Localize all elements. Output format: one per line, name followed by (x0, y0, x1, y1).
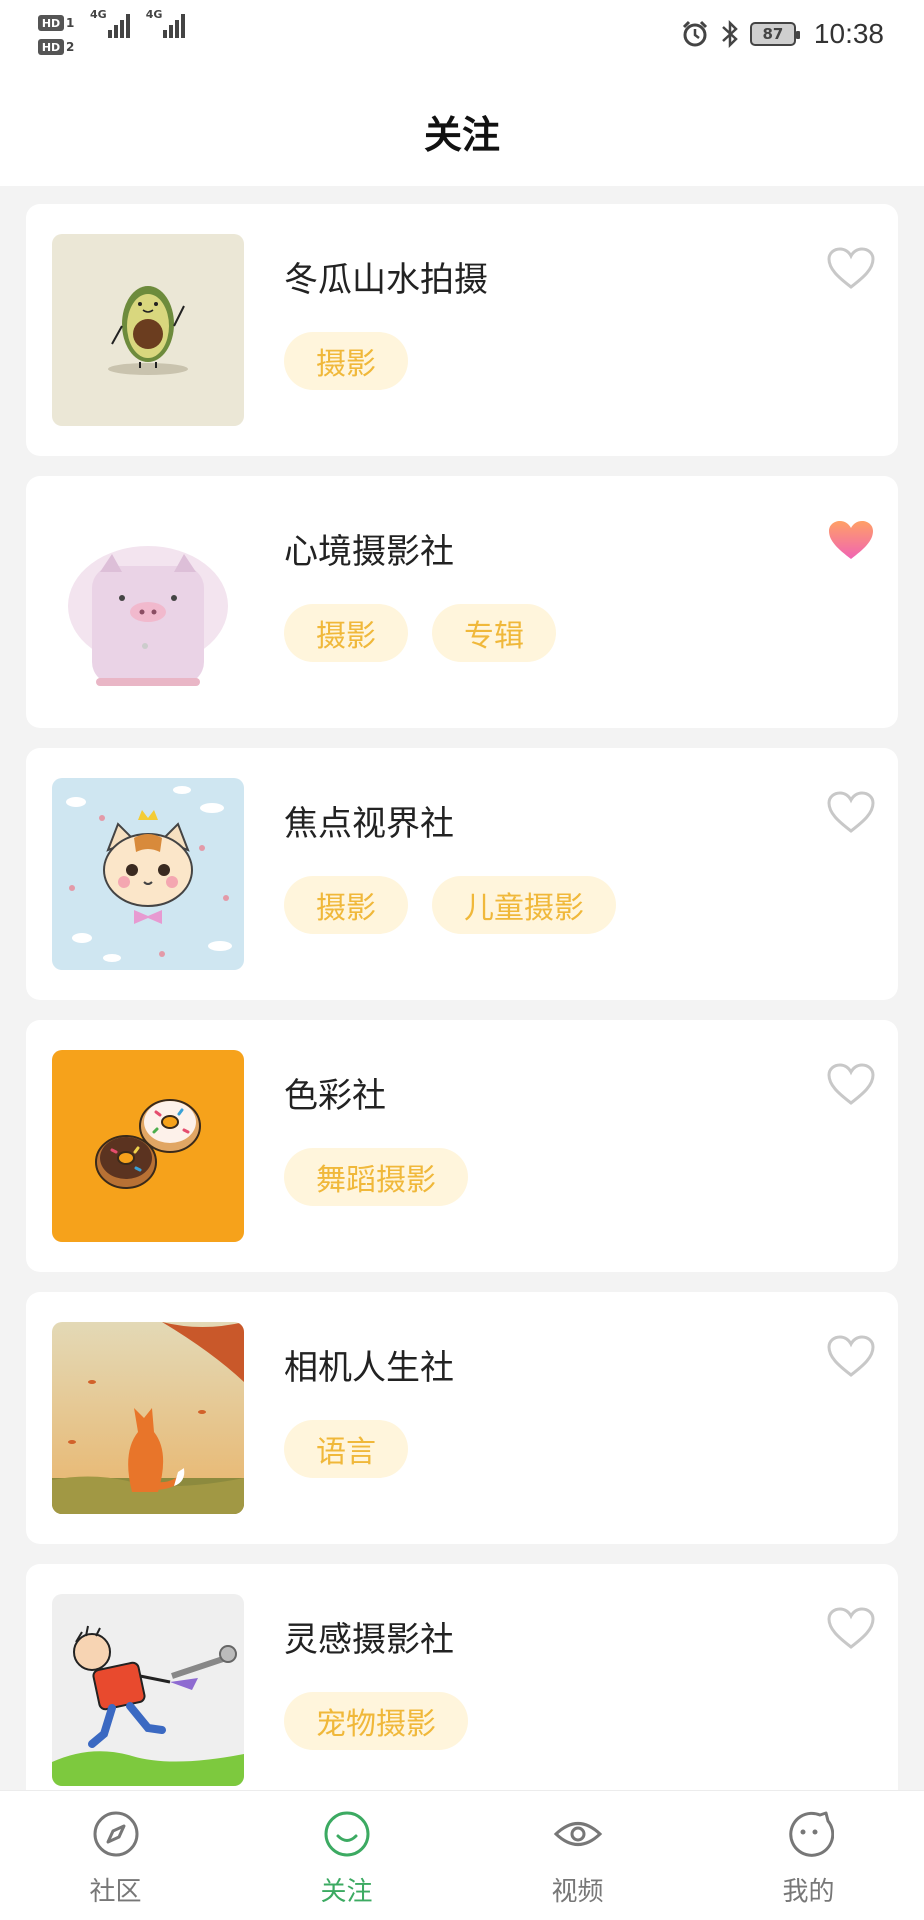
bottom-nav: 社区 关注 视频 我的 (0, 1790, 924, 1920)
alarm-icon (682, 20, 707, 47)
tag[interactable]: 舞蹈摄影 (284, 1148, 468, 1206)
heart-filled-icon[interactable] (826, 518, 876, 562)
club-name: 焦点视界社 (284, 804, 454, 844)
nav-item-follow[interactable]: 关注 (231, 1791, 462, 1920)
club-name: 相机人生社 (284, 1348, 454, 1388)
cat-image (52, 778, 244, 970)
tag-list: 摄影 儿童摄影 (284, 876, 616, 934)
page-header: 关注 (0, 76, 924, 186)
nav-label-community: 社区 (89, 1877, 142, 1907)
tag[interactable]: 摄影 (284, 604, 408, 662)
club-thumbnail (52, 778, 244, 970)
pig-image (52, 506, 244, 698)
network-2-label: 4G (145, 8, 163, 21)
heart-outline-icon[interactable] (826, 1062, 876, 1106)
tag-list: 摄影 专辑 (284, 604, 556, 662)
club-card[interactable]: 心境摄影社 摄影 专辑 (26, 476, 898, 728)
follow-list[interactable]: 冬瓜山水拍摄 摄影 心境摄影社 摄影 专辑 焦点视界社 摄影 儿童摄影 色彩社 … (0, 186, 924, 1790)
tag-list: 摄影 (284, 332, 408, 390)
tag[interactable]: 语言 (284, 1420, 408, 1478)
tag[interactable]: 专辑 (432, 604, 556, 662)
heart-outline-icon[interactable] (826, 1606, 876, 1650)
tag[interactable]: 儿童摄影 (432, 876, 616, 934)
sim-2-number: 2 (66, 40, 75, 54)
tag-list: 舞蹈摄影 (284, 1148, 468, 1206)
tag[interactable]: 摄影 (284, 876, 408, 934)
nav-item-mine[interactable]: 我的 (693, 1791, 924, 1920)
avocado-image (52, 234, 244, 426)
club-card[interactable]: 灵感摄影社 宠物摄影 (26, 1564, 898, 1790)
club-name: 心境摄影社 (284, 532, 454, 572)
clock: 10:38 (813, 18, 884, 49)
network-1-label: 4G (90, 8, 107, 21)
club-card[interactable]: 焦点视界社 摄影 儿童摄影 (26, 748, 898, 1000)
compass-icon (93, 1811, 138, 1857)
signal-1-icon: 4G (90, 8, 132, 38)
fox-image (52, 1322, 244, 1514)
club-card[interactable]: 冬瓜山水拍摄 摄影 (26, 204, 898, 456)
sim-indicators: HD 1 HD 2 (38, 12, 80, 60)
club-thumbnail (52, 234, 244, 426)
club-name: 灵感摄影社 (284, 1620, 454, 1660)
heart-outline-icon[interactable] (826, 246, 876, 290)
nav-label-follow: 关注 (320, 1877, 373, 1907)
page-title: 关注 (423, 112, 500, 157)
club-name: 色彩社 (284, 1076, 386, 1116)
heart-outline-icon[interactable] (826, 790, 876, 834)
heart-outline-icon[interactable] (826, 1334, 876, 1378)
club-card[interactable]: 色彩社 舞蹈摄影 (26, 1020, 898, 1272)
status-bar: HD 1 HD 2 4G 4G 87 10:38 (0, 0, 924, 76)
club-card[interactable]: 相机人生社 语言 (26, 1292, 898, 1544)
tag-list: 宠物摄影 (284, 1692, 468, 1750)
eye-icon (553, 1822, 602, 1846)
face-icon (788, 1811, 834, 1857)
nav-label-mine: 我的 (782, 1877, 835, 1907)
sim-1-number: 1 (66, 16, 75, 30)
club-thumbnail (52, 1322, 244, 1514)
smile-icon (324, 1811, 369, 1857)
club-name: 冬瓜山水拍摄 (284, 260, 488, 300)
club-thumbnail (52, 506, 244, 698)
boy-image (52, 1594, 244, 1786)
signal-2-icon: 4G (146, 8, 188, 38)
club-thumbnail (52, 1050, 244, 1242)
tag[interactable]: 摄影 (284, 332, 408, 390)
hd-badge-1: HD (38, 15, 64, 31)
club-thumbnail (52, 1594, 244, 1786)
tag-list: 语言 (284, 1420, 408, 1478)
nav-item-community[interactable]: 社区 (0, 1791, 231, 1920)
donuts-image (52, 1050, 244, 1242)
hd-badge-2: HD (38, 39, 64, 55)
bluetooth-icon (722, 19, 738, 49)
battery-icon: 87 (749, 22, 800, 46)
nav-item-video[interactable]: 视频 (462, 1791, 693, 1920)
tag[interactable]: 宠物摄影 (284, 1692, 468, 1750)
nav-label-video: 视频 (551, 1877, 604, 1907)
